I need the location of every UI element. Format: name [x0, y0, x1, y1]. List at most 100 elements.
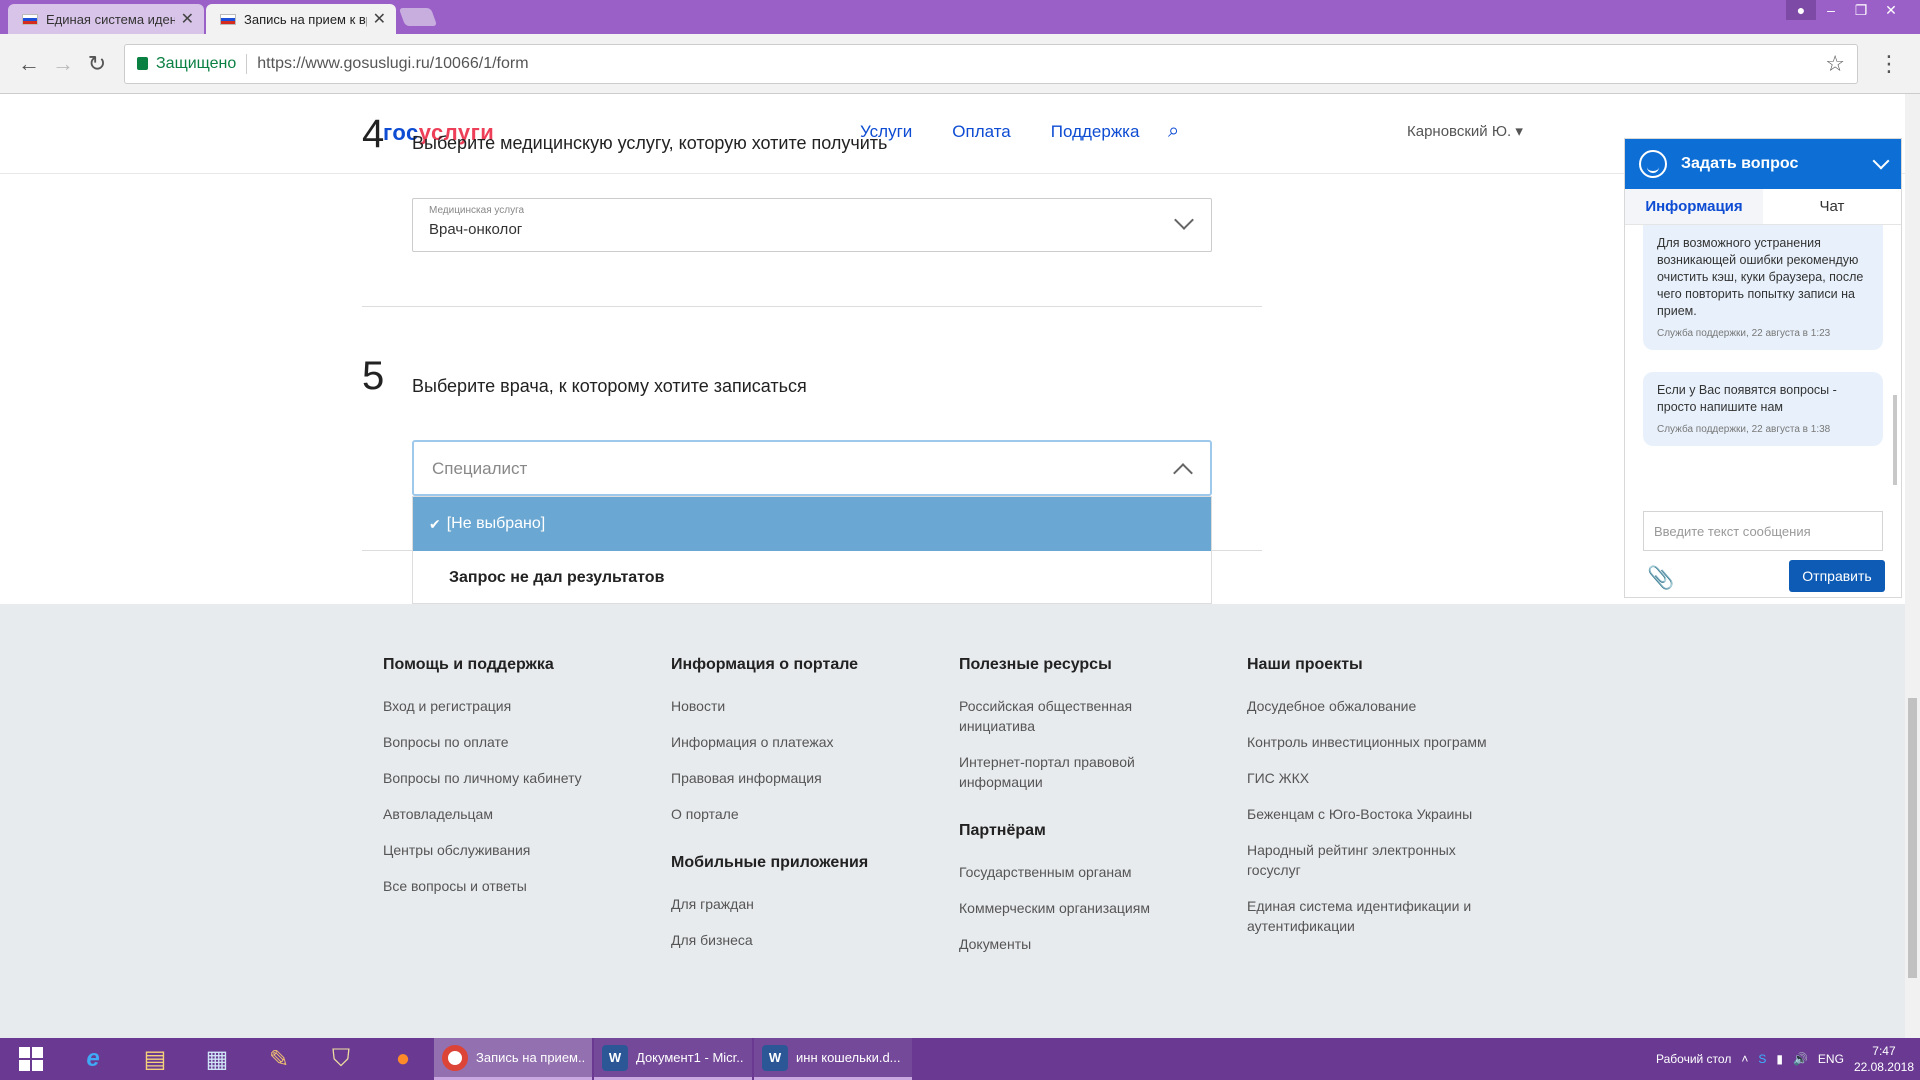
footer-link[interactable]: ГИС ЖКХ [1247, 768, 1487, 788]
tab-info[interactable]: Информация [1625, 189, 1763, 224]
volume-icon[interactable]: 🔊 [1793, 1052, 1808, 1066]
menu-icon[interactable]: ⋮ [1870, 51, 1908, 77]
window-controls: ● – ❐ ✕ [1786, 0, 1906, 20]
smiley-icon [1639, 150, 1667, 178]
footer-link[interactable]: Для граждан [671, 894, 868, 914]
url-text[interactable]: https://www.gosuslugi.ru/10066/1/form [257, 55, 1825, 73]
footer-link[interactable]: Для бизнеса [671, 930, 868, 950]
reload-icon[interactable]: ↻ [80, 51, 114, 77]
chrome-icon [442, 1044, 468, 1071]
chevron-up-icon [1173, 463, 1193, 483]
tab-title: Запись на прием к врач [244, 11, 367, 27]
internet-explorer-icon[interactable]: e [62, 1038, 124, 1080]
taskbar-task-chrome[interactable]: Запись на прием... [434, 1038, 592, 1080]
user-menu[interactable]: Карновский Ю. ▾ [1407, 122, 1523, 140]
forward-icon[interactable]: → [46, 51, 80, 77]
search-icon[interactable]: ⌕ [1168, 120, 1179, 143]
footer-link[interactable]: Новости [671, 696, 868, 716]
desktop-toolbar-label[interactable]: Рабочий стол [1656, 1052, 1731, 1066]
footer-link[interactable]: Информация о платежах [671, 732, 868, 752]
footer-link[interactable]: Российская общественная инициатива [959, 696, 1159, 736]
specialist-placeholder: Специалист [432, 459, 528, 478]
nav-payment[interactable]: Оплата [952, 122, 1010, 142]
chat-message-input[interactable]: Введите текст сообщения [1643, 511, 1883, 551]
calculator-icon[interactable]: ▦ [186, 1038, 248, 1080]
footer-link[interactable]: Беженцам с Юго-Востока Украины [1247, 804, 1487, 824]
page-scrollbar[interactable] [1905, 94, 1920, 1038]
paint-icon[interactable]: ✎ [248, 1038, 310, 1080]
footer-link[interactable]: Народный рейтинг электронных госуслуг [1247, 840, 1487, 880]
browser-tab[interactable]: Единая система идентиф ✕ [8, 4, 204, 34]
footer-column-portal: Информация о портале Новости Информация … [671, 656, 868, 966]
clock-date: 22.08.2018 [1853, 1060, 1914, 1074]
footer-link[interactable]: Интернет-портал правовой информации [959, 752, 1159, 792]
back-icon[interactable]: ← [12, 51, 46, 77]
chevron-down-icon[interactable] [1872, 152, 1890, 170]
specialist-dropdown: ✔ [Не выбрано] Запрос не дал результатов [412, 496, 1212, 604]
file-explorer-icon[interactable]: ▤ [124, 1038, 186, 1080]
footer-link[interactable]: Единая система идентификации и аутентифи… [1247, 896, 1487, 936]
footer-column-resources: Полезные ресурсы Российская общественная… [959, 656, 1159, 970]
site-footer: Помощь и поддержка Вход и регистрация Во… [0, 604, 1905, 1038]
footer-link[interactable]: Автовладельцам [383, 804, 582, 824]
footer-link[interactable]: Центры обслуживания [383, 840, 582, 860]
footer-link[interactable]: Все вопросы и ответы [383, 876, 582, 896]
footer-link[interactable]: Контроль инвестиционных программ [1247, 732, 1487, 752]
specialist-select[interactable]: Специалист [412, 440, 1212, 496]
paperclip-icon[interactable]: 📎 [1647, 565, 1674, 591]
footer-link[interactable]: Государственным органам [959, 862, 1159, 882]
user-icon[interactable]: ● [1786, 0, 1816, 20]
firefox-icon[interactable]: ● [372, 1038, 434, 1080]
taskbar-task-word[interactable]: W Документ1 - Micr... [594, 1038, 752, 1080]
maximize-icon[interactable]: ❐ [1846, 0, 1876, 20]
medical-service-select[interactable]: Медицинская услуга Врач-онколог [412, 198, 1212, 252]
footer-link[interactable]: О портале [671, 804, 868, 824]
shield-app-icon[interactable]: ⛉ [310, 1038, 372, 1080]
nav-support[interactable]: Поддержка [1051, 122, 1140, 142]
start-button[interactable] [0, 1038, 62, 1080]
flag-icon [220, 13, 236, 25]
system-tray: Рабочий стол ˄ S ▮ 🔊 ENG 7:47 22.08.2018 [1656, 1038, 1914, 1080]
divider [362, 306, 1262, 307]
footer-link[interactable]: Коммерческим организациям [959, 898, 1159, 918]
chat-message: Для возможного устранения возникающей ош… [1643, 225, 1883, 350]
option-label: [Не выбрано] [446, 515, 546, 532]
new-tab-button[interactable] [398, 8, 438, 26]
send-button[interactable]: Отправить [1789, 560, 1885, 592]
chat-header[interactable]: Задать вопрос [1625, 139, 1901, 189]
clock[interactable]: 7:47 22.08.2018 [1854, 1043, 1914, 1075]
footer-link[interactable]: Вход и регистрация [383, 696, 582, 716]
minimize-icon[interactable]: – [1816, 0, 1846, 20]
footer-link[interactable]: Правовая информация [671, 768, 868, 788]
address-bar[interactable]: Защищено https://www.gosuslugi.ru/10066/… [124, 43, 1858, 84]
footer-link[interactable]: Документы [959, 934, 1159, 954]
step-title: Выберите врача, к которому хотите записа… [412, 376, 807, 396]
close-icon[interactable]: ✕ [181, 9, 194, 29]
footer-link[interactable]: Вопросы по личному кабинету [383, 768, 582, 788]
tab-chat[interactable]: Чат [1763, 189, 1901, 224]
chevron-down-icon [1174, 210, 1194, 230]
chat-scrollbar[interactable] [1893, 225, 1897, 491]
browser-toolbar: ← → ↻ Защищено https://www.gosuslugi.ru/… [0, 34, 1920, 94]
dropdown-option-selected[interactable]: ✔ [Не выбрано] [413, 497, 1211, 551]
star-icon[interactable]: ☆ [1825, 51, 1845, 77]
step-number: 4 [362, 112, 385, 156]
clock-time: 7:47 [1872, 1044, 1896, 1058]
network-icon[interactable]: ▮ [1776, 1052, 1783, 1066]
chevron-up-icon[interactable]: ˄ [1741, 1052, 1748, 1066]
close-window-icon[interactable]: ✕ [1876, 0, 1906, 20]
language-indicator[interactable]: ENG [1818, 1052, 1844, 1066]
browser-tab-active[interactable]: Запись на прием к врач ✕ [206, 4, 396, 34]
tab-title: Единая система идентиф [46, 11, 175, 27]
option-label: Запрос не дал результатов [449, 569, 665, 586]
separator [246, 53, 248, 74]
dropdown-option[interactable]: Запрос не дал результатов [413, 551, 1211, 605]
footer-column-help: Помощь и поддержка Вход и регистрация Во… [383, 656, 582, 912]
word-icon: W [762, 1044, 788, 1071]
footer-link[interactable]: Вопросы по оплате [383, 732, 582, 752]
chat-messages: Для возможного устранения возникающей ош… [1625, 225, 1901, 491]
skype-icon[interactable]: S [1758, 1052, 1766, 1066]
taskbar-task-word[interactable]: W инн кошельки.d... [754, 1038, 912, 1080]
footer-link[interactable]: Досудебное обжалование [1247, 696, 1487, 716]
close-icon[interactable]: ✕ [373, 9, 386, 29]
